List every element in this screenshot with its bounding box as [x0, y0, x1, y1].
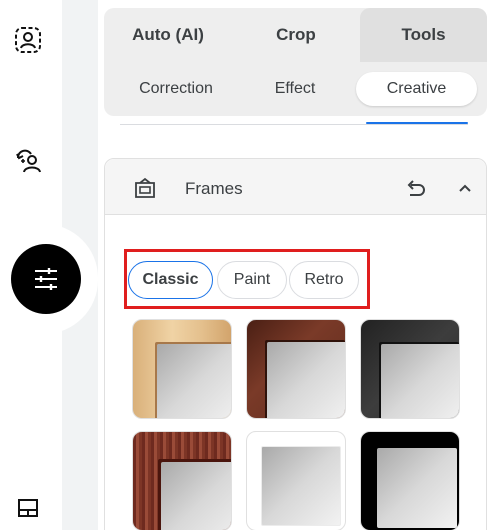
frame-thumb-carved-red-wood[interactable]	[132, 431, 232, 530]
tab-tools[interactable]: Tools	[360, 8, 487, 62]
tune-sliders-icon[interactable]	[11, 244, 81, 314]
active-tab-indicator	[366, 122, 468, 124]
frame-thumb-light-wood[interactable]	[132, 319, 232, 419]
chip-classic[interactable]: Classic	[128, 261, 213, 299]
frame-thumb-dark-wood[interactable]	[246, 319, 346, 419]
chevron-up-icon[interactable]	[453, 176, 477, 200]
frame-glass	[381, 344, 459, 418]
tab-crop[interactable]: Crop	[232, 8, 360, 62]
tab-divider	[120, 124, 468, 125]
layout-icon[interactable]	[8, 488, 48, 528]
frame-glass	[157, 344, 231, 418]
portrait-icon[interactable]	[8, 20, 48, 60]
frames-title: Frames	[185, 179, 243, 198]
tab-bar: Auto (AI) Crop Tools Correction Effect C…	[104, 8, 487, 116]
frame-glass	[267, 342, 345, 418]
frame-glass	[161, 462, 231, 530]
frame-thumb-thick-black[interactable]	[360, 431, 460, 530]
retouch-person-icon[interactable]	[8, 140, 48, 180]
frame-icon	[133, 176, 157, 200]
subtab-correction[interactable]: Correction	[116, 72, 236, 106]
frame-glass	[377, 448, 457, 528]
frame-thumb-thin-white[interactable]	[246, 431, 346, 530]
frame-thumb-black-textured[interactable]	[360, 319, 460, 419]
subtab-effect[interactable]: Effect	[236, 72, 354, 106]
chip-paint[interactable]: Paint	[217, 261, 287, 299]
chip-retro[interactable]: Retro	[289, 261, 359, 299]
edit-panel: Auto (AI) Crop Tools Correction Effect C…	[98, 0, 501, 530]
undo-icon[interactable]	[403, 176, 427, 200]
frames-header[interactable]: Frames	[105, 159, 486, 215]
subtab-creative[interactable]: Creative	[356, 72, 477, 106]
tab-auto-ai[interactable]: Auto (AI)	[104, 8, 232, 62]
frames-card: Frames Classic Paint Retro	[104, 158, 487, 530]
frame-glass	[261, 446, 341, 526]
